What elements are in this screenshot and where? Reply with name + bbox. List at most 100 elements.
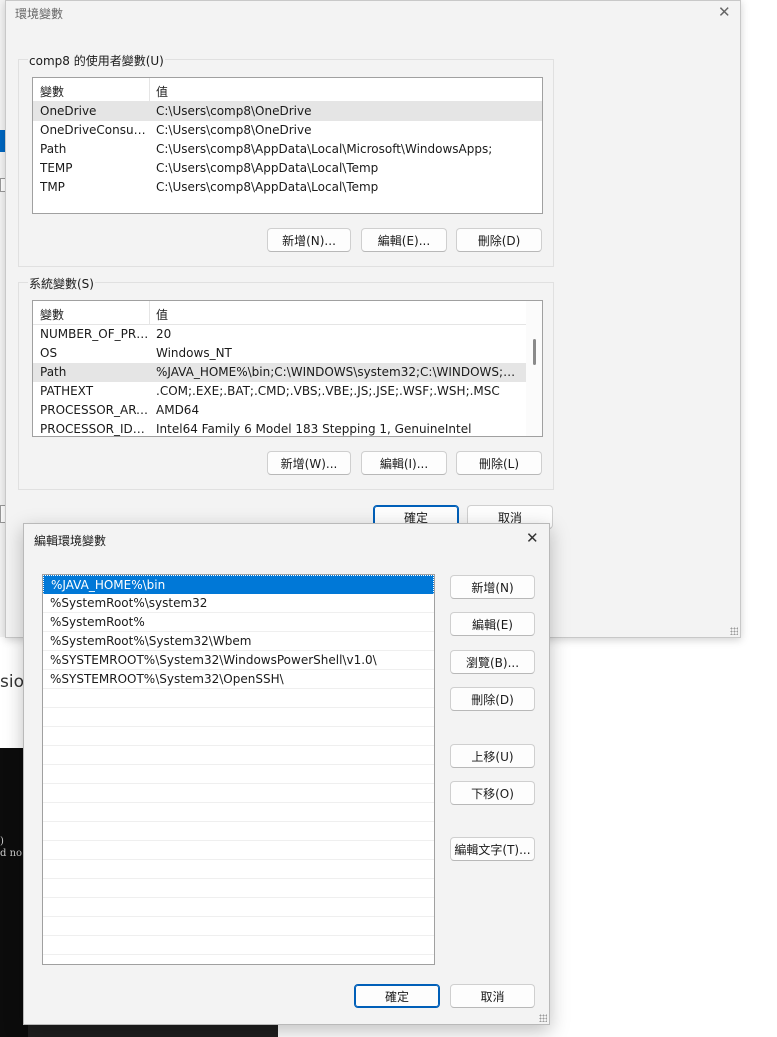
system-delete-button[interactable]: 刪除(L): [456, 451, 542, 475]
ok-button[interactable]: 確定: [354, 984, 440, 1008]
user-edit-button[interactable]: 編輯(E)...: [361, 228, 447, 252]
column-header-variable[interactable]: 變數: [40, 306, 64, 323]
variable-value: C:\Users\comp8\AppData\Local\Temp: [156, 161, 379, 175]
edit-button[interactable]: 編輯(E): [450, 612, 535, 636]
variable-name: Path: [40, 142, 67, 156]
user-new-button[interactable]: 新增(N)...: [267, 228, 351, 252]
column-header-value[interactable]: 值: [156, 306, 168, 323]
variable-name: OS: [40, 346, 58, 360]
empty-list-row[interactable]: [43, 746, 434, 765]
empty-list-row[interactable]: [43, 860, 434, 879]
close-icon[interactable]: ✕: [526, 529, 539, 547]
dialog-title: 編輯環境變數: [34, 534, 107, 548]
variable-name: PROCESSOR_IDENTIFIER: [40, 422, 150, 436]
user-variables-label: comp8 的使用者變數(U): [28, 52, 165, 69]
list-header: 變數 值: [33, 301, 542, 325]
table-row[interactable]: TEMP C:\Users\comp8\AppData\Local\Temp: [33, 159, 542, 178]
table-row[interactable]: OneDrive C:\Users\comp8\OneDrive: [33, 102, 542, 121]
variable-value: 20: [156, 327, 172, 341]
variable-name: Path: [40, 365, 67, 379]
table-row[interactable]: PROCESSOR_IDENTIFIER Intel64 Family 6 Mo…: [33, 420, 542, 436]
path-entry: %SystemRoot%\System32\Wbem: [50, 634, 252, 648]
edit-text-button[interactable]: 編輯文字(T)...: [450, 837, 535, 861]
empty-list-row[interactable]: [43, 879, 434, 898]
move-up-button[interactable]: 上移(U): [450, 744, 535, 768]
close-icon[interactable]: ✕: [718, 3, 731, 21]
path-entry: %SystemRoot%\system32: [50, 596, 208, 610]
empty-list-row[interactable]: [43, 841, 434, 860]
table-row[interactable]: TMP C:\Users\comp8\AppData\Local\Temp: [33, 178, 542, 197]
empty-list-row[interactable]: [43, 689, 434, 708]
empty-list-row[interactable]: [43, 822, 434, 841]
column-header-variable[interactable]: 變數: [40, 83, 64, 100]
user-variables-group: comp8 的使用者變數(U) 變數 值 OneDrive C:\Users\c…: [18, 52, 554, 267]
column-divider[interactable]: [149, 301, 150, 325]
browse-button[interactable]: 瀏覽(B)...: [450, 650, 535, 674]
variable-value: AMD64: [156, 403, 200, 417]
empty-list-row[interactable]: [43, 803, 434, 822]
column-divider[interactable]: [149, 78, 150, 102]
resize-grip-icon[interactable]: [539, 1014, 547, 1022]
variable-name: OneDrive: [40, 104, 97, 118]
move-down-button[interactable]: 下移(O): [450, 781, 535, 805]
system-new-button[interactable]: 新增(W)...: [267, 451, 351, 475]
table-row[interactable]: Path %JAVA_HOME%\bin;C:\WINDOWS\system32…: [33, 363, 542, 382]
column-header-value[interactable]: 值: [156, 83, 168, 100]
variable-value: Windows_NT: [156, 346, 232, 360]
path-entry: %SYSTEMROOT%\System32\WindowsPowerShell\…: [50, 653, 377, 667]
path-entry: %SYSTEMROOT%\System32\OpenSSH\: [50, 672, 284, 686]
path-entry: %JAVA_HOME%\bin: [51, 578, 166, 592]
variable-value: C:\Users\comp8\AppData\Local\Temp: [156, 180, 379, 194]
empty-list-row[interactable]: [43, 898, 434, 917]
table-row[interactable]: OneDriveConsumer C:\Users\comp8\OneDrive: [33, 121, 542, 140]
variable-name: OneDriveConsumer: [40, 123, 150, 137]
console-line: ): [0, 836, 4, 847]
empty-list-row[interactable]: [43, 784, 434, 803]
list-item[interactable]: %SystemRoot%\System32\Wbem: [43, 632, 434, 651]
system-variables-list[interactable]: 變數 值 NUMBER_OF_PROCESSORS 20 OS Windows_…: [32, 300, 543, 437]
delete-button[interactable]: 刪除(D): [450, 687, 535, 711]
system-variables-group: 系統變數(S) 變數 值 NUMBER_OF_PROCESSORS 20 OS …: [18, 275, 554, 490]
edit-environment-variable-dialog: 編輯環境變數 ✕ %JAVA_HOME%\bin %SystemRoot%\sy…: [23, 523, 550, 1025]
variable-value: C:\Users\comp8\OneDrive: [156, 123, 312, 137]
new-button[interactable]: 新增(N): [450, 575, 535, 599]
empty-list-row[interactable]: [43, 708, 434, 727]
variable-value: C:\Users\comp8\AppData\Local\Microsoft\W…: [156, 142, 493, 156]
path-entries-list[interactable]: %JAVA_HOME%\bin %SystemRoot%\system32 %S…: [42, 574, 435, 965]
list-item[interactable]: %SystemRoot%: [43, 613, 434, 632]
empty-list-row[interactable]: [43, 936, 434, 955]
table-row[interactable]: PROCESSOR_ARCHITECTURE AMD64: [33, 401, 542, 420]
list-item[interactable]: %SYSTEMROOT%\System32\OpenSSH\: [43, 670, 434, 689]
variable-value: %JAVA_HOME%\bin;C:\WINDOWS\system32;C:\W…: [156, 365, 518, 379]
variable-name: PROCESSOR_ARCHITECTURE: [40, 403, 150, 417]
path-entry: %SystemRoot%: [50, 615, 145, 629]
list-item[interactable]: %JAVA_HOME%\bin: [43, 575, 434, 594]
table-row[interactable]: OS Windows_NT: [33, 344, 542, 363]
list-header: 變數 值: [33, 78, 542, 102]
table-row[interactable]: NUMBER_OF_PROCESSORS 20: [33, 325, 542, 344]
user-variables-list[interactable]: 變數 值 OneDrive C:\Users\comp8\OneDrive On…: [32, 77, 543, 214]
variable-name: TEMP: [40, 161, 73, 175]
console-line: d no: [0, 848, 23, 859]
list-item[interactable]: %SystemRoot%\system32: [43, 594, 434, 613]
table-row[interactable]: Path C:\Users\comp8\AppData\Local\Micros…: [33, 140, 542, 159]
system-edit-button[interactable]: 編輯(I)...: [361, 451, 447, 475]
user-delete-button[interactable]: 刪除(D): [456, 228, 542, 252]
variable-value: C:\Users\comp8\OneDrive: [156, 104, 312, 118]
window-title: 環境變數: [15, 7, 64, 21]
vertical-scrollbar[interactable]: [526, 301, 542, 436]
variable-value: .COM;.EXE;.BAT;.CMD;.VBS;.VBE;.JS;.JSE;.…: [156, 384, 500, 398]
empty-list-row[interactable]: [43, 765, 434, 784]
resize-grip-icon[interactable]: [730, 627, 738, 635]
empty-list-row[interactable]: [43, 727, 434, 746]
variable-name: NUMBER_OF_PROCESSORS: [40, 327, 150, 341]
variable-name: TMP: [40, 180, 65, 194]
empty-rows: [43, 689, 434, 955]
scrollbar-thumb[interactable]: [533, 339, 536, 365]
cancel-button[interactable]: 取消: [450, 984, 535, 1008]
table-row[interactable]: PATHEXT .COM;.EXE;.BAT;.CMD;.VBS;.VBE;.J…: [33, 382, 542, 401]
background-taskbar-strip: [28, 1024, 278, 1037]
list-item[interactable]: %SYSTEMROOT%\System32\WindowsPowerShell\…: [43, 651, 434, 670]
empty-list-row[interactable]: [43, 917, 434, 936]
system-variables-label: 系統變數(S): [28, 275, 95, 292]
